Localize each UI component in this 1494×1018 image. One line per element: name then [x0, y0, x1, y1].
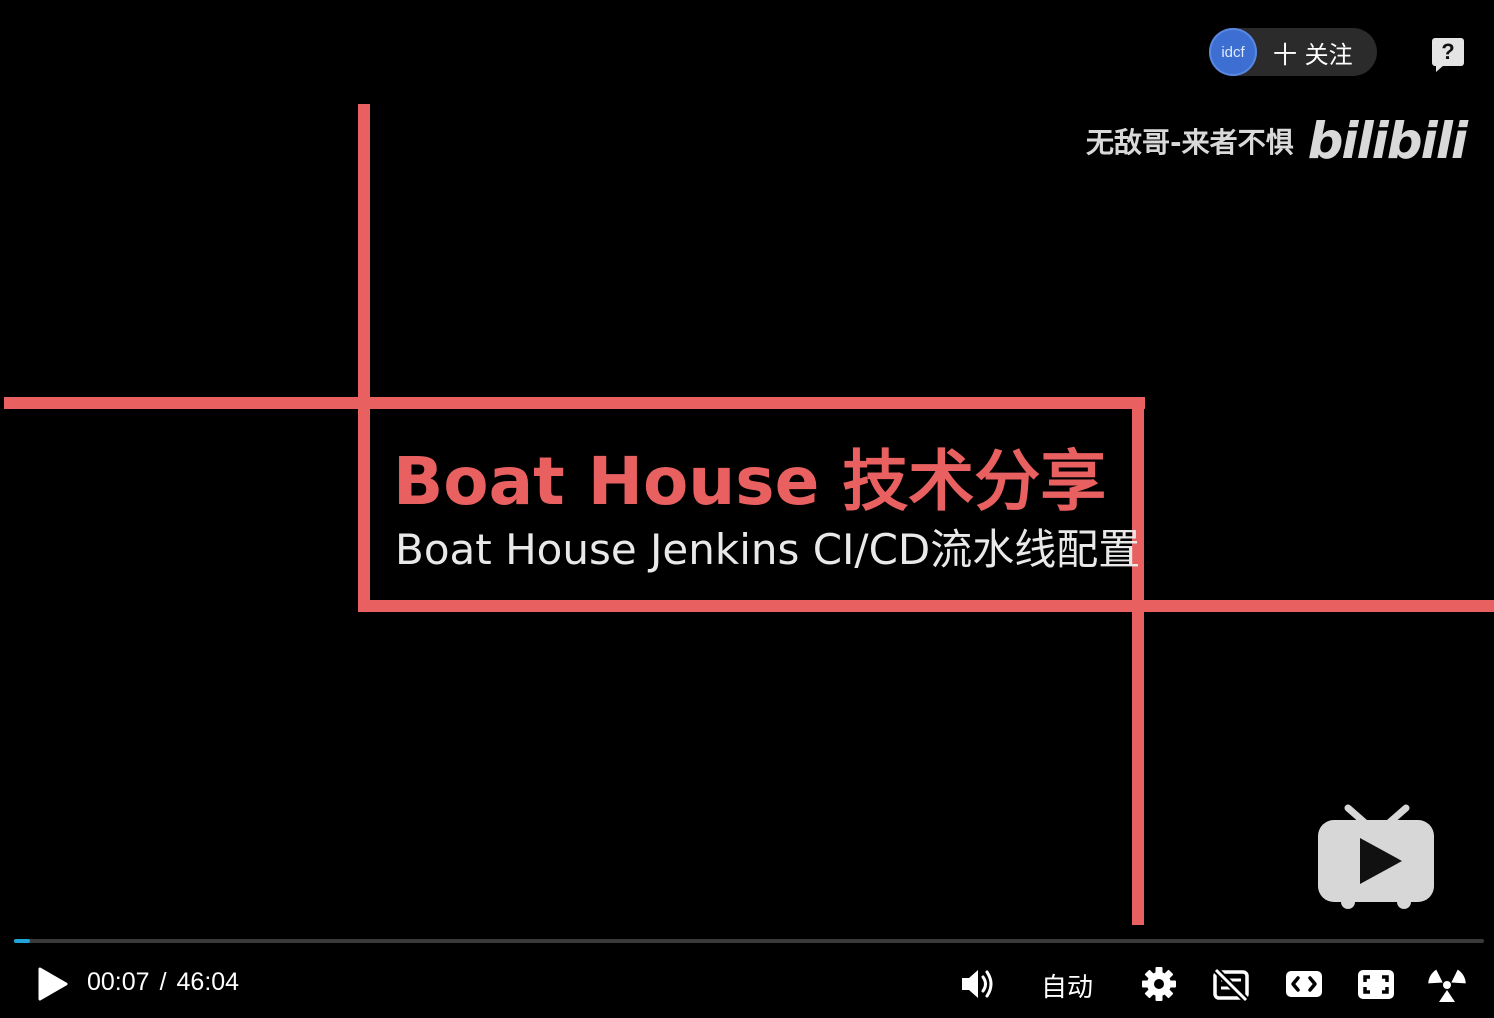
time-separator: /	[159, 968, 167, 996]
bilibili-logo: bilibili	[1307, 112, 1468, 170]
quality-button[interactable]: 自动	[1041, 967, 1093, 1004]
danmaku-off-icon[interactable]	[1212, 966, 1250, 1002]
frame-line-top	[4, 397, 1145, 409]
progress-fill	[14, 939, 31, 943]
video-title-sub: Boat House Jenkins CI/CD流水线配置	[395, 525, 1141, 574]
follow-button[interactable]: idcf 十 关注	[1209, 28, 1377, 76]
play-icon[interactable]	[34, 966, 70, 1002]
watermark: 无敌哥-来者不惧 bilibili	[1085, 112, 1468, 170]
uploader-avatar[interactable]: idcf	[1209, 28, 1257, 76]
follow-label: 十 关注	[1273, 40, 1353, 69]
settings-icon[interactable]	[1140, 966, 1178, 1002]
frame-line-left	[358, 104, 370, 612]
widescreen-icon[interactable]	[1285, 966, 1323, 1002]
video-player[interactable]: Boat House 技术分享 Boat House Jenkins CI/CD…	[0, 0, 1494, 1018]
radiation-icon[interactable]	[1428, 966, 1466, 1002]
volume-icon[interactable]	[958, 966, 996, 1002]
help-icon[interactable]: ?	[1432, 38, 1464, 72]
current-time: 00:07	[87, 968, 150, 996]
video-title-main: Boat House 技术分享	[393, 443, 1107, 520]
tv-icon[interactable]	[1318, 804, 1434, 910]
control-bar: 00:07 / 46:04 自动	[0, 952, 1494, 1018]
duration: 46:04	[176, 968, 240, 996]
progress-bar[interactable]	[14, 939, 1484, 943]
frame-line-right	[1132, 397, 1144, 925]
fullscreen-icon[interactable]	[1357, 966, 1395, 1002]
watermark-user: 无敌哥-来者不惧	[1085, 126, 1294, 159]
frame-line-bottom	[358, 600, 1494, 612]
time-display: 00:07 / 46:04	[87, 968, 239, 997]
